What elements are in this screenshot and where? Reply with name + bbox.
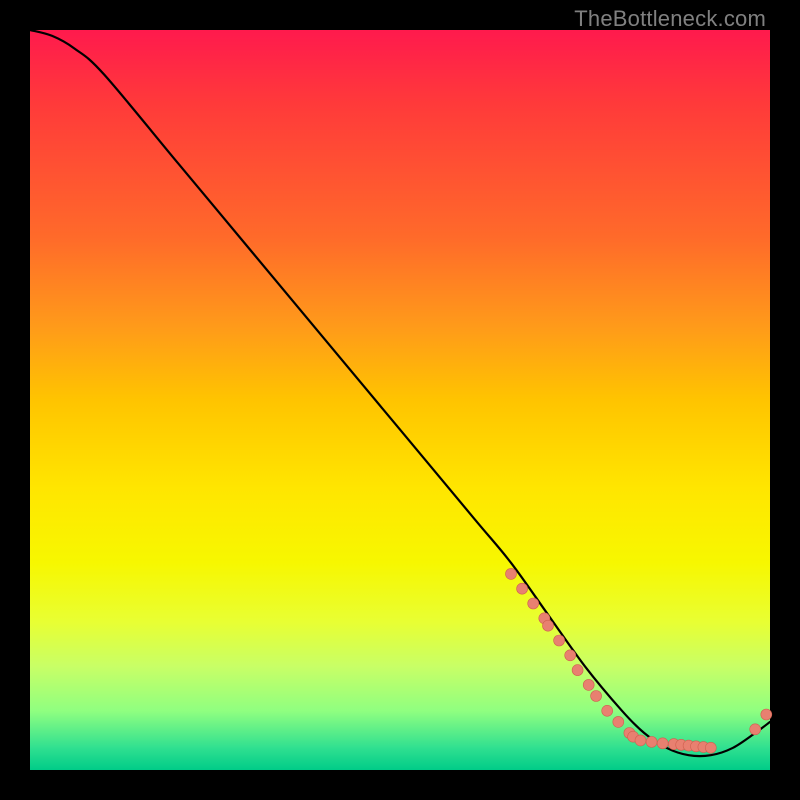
data-marker bbox=[543, 620, 554, 631]
data-marker bbox=[591, 691, 602, 702]
data-marker bbox=[646, 736, 657, 747]
data-marker bbox=[528, 598, 539, 609]
data-marker bbox=[761, 709, 772, 720]
data-marker bbox=[613, 716, 624, 727]
data-marker bbox=[554, 635, 565, 646]
data-marker bbox=[635, 735, 646, 746]
chart-frame: TheBottleneck.com bbox=[0, 0, 800, 800]
data-marker bbox=[572, 665, 583, 676]
data-marker bbox=[517, 583, 528, 594]
curve-layer bbox=[30, 30, 770, 770]
data-marker bbox=[602, 705, 613, 716]
data-marker bbox=[705, 742, 716, 753]
data-markers bbox=[506, 568, 772, 753]
data-marker bbox=[750, 724, 761, 735]
data-marker bbox=[657, 738, 668, 749]
data-marker bbox=[506, 568, 517, 579]
watermark-text: TheBottleneck.com bbox=[574, 6, 766, 32]
data-marker bbox=[583, 679, 594, 690]
bottleneck-curve bbox=[30, 30, 770, 756]
data-marker bbox=[565, 650, 576, 661]
plot-area bbox=[30, 30, 770, 770]
